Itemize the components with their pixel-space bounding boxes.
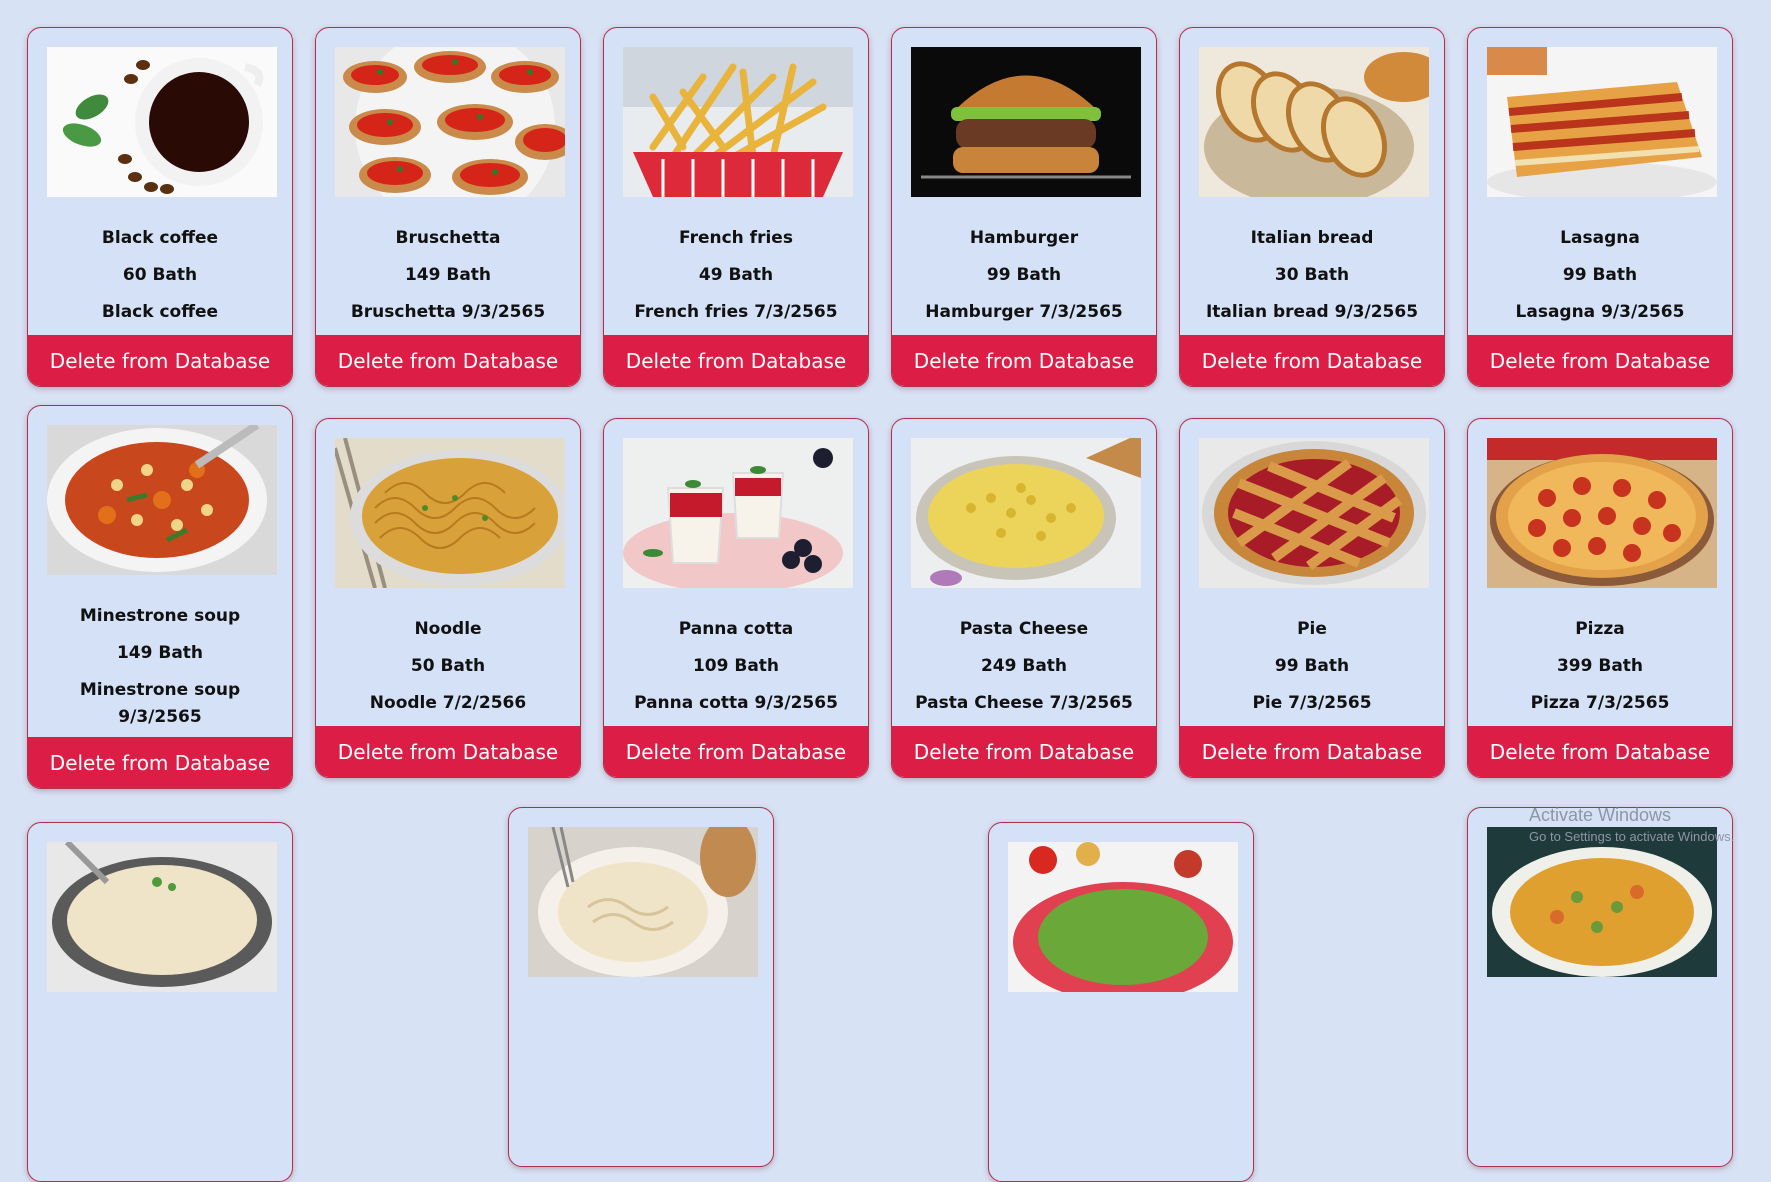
item-name: Pizza — [1575, 619, 1625, 639]
item-description: Pie 7/3/2565 — [1252, 693, 1372, 713]
delete-button[interactable]: Delete from Database — [28, 335, 292, 386]
bruschetta-image — [335, 47, 565, 197]
food-card-vegetable-soup — [1467, 807, 1733, 1167]
food-card-italian-bread: Italian bread 30 Bath Italian bread 9/3/… — [1179, 27, 1445, 387]
item-price: 249 Bath — [980, 656, 1068, 676]
risotto-image — [47, 842, 277, 992]
item-name: Bruschetta — [395, 228, 501, 248]
vegetable-soup-image — [1487, 827, 1717, 977]
item-price: 99 Bath — [1562, 265, 1638, 285]
food-card-pasta-bowl — [508, 807, 774, 1167]
item-name: Pie — [1297, 619, 1327, 639]
item-name: Panna cotta — [678, 619, 794, 639]
delete-button[interactable]: Delete from Database — [316, 335, 580, 386]
watermark-subtitle: Go to Settings to activate Windows. — [1529, 829, 1735, 844]
food-card-lasagna: Lasagna 99 Bath Lasagna 9/3/2565 Delete … — [1467, 27, 1733, 387]
item-price: 109 Bath — [692, 656, 780, 676]
pizza-image — [1487, 438, 1717, 588]
food-card-risotto — [27, 822, 293, 1182]
delete-button[interactable]: Delete from Database — [28, 737, 292, 788]
item-price: 50 Bath — [410, 656, 486, 676]
pasta-bowl-image — [528, 827, 758, 977]
item-description: Italian bread 9/3/2565 — [1205, 302, 1419, 322]
pie-image — [1199, 438, 1429, 588]
item-price: 60 Bath — [122, 265, 198, 285]
item-price: 99 Bath — [1274, 656, 1350, 676]
delete-button[interactable]: Delete from Database — [1468, 335, 1732, 386]
soup-image — [47, 425, 277, 575]
item-price: 149 Bath — [404, 265, 492, 285]
item-description: Pizza 7/3/2565 — [1530, 693, 1670, 713]
item-price: 149 Bath — [116, 643, 204, 663]
item-name: Pasta Cheese — [959, 619, 1089, 639]
item-name: Black coffee — [101, 228, 219, 248]
delete-button[interactable]: Delete from Database — [316, 726, 580, 777]
item-description: Lasagna 9/3/2565 — [1515, 302, 1685, 322]
salad-image — [1008, 842, 1238, 992]
item-price: 49 Bath — [698, 265, 774, 285]
delete-button[interactable]: Delete from Database — [1468, 726, 1732, 777]
panna-cotta-image — [623, 438, 853, 588]
delete-button[interactable]: Delete from Database — [604, 335, 868, 386]
item-description: Panna cotta 9/3/2565 — [634, 693, 838, 713]
item-price: 399 Bath — [1556, 656, 1644, 676]
item-description: French fries 7/3/2565 — [634, 302, 838, 322]
item-name: Noodle — [414, 619, 482, 639]
delete-button[interactable]: Delete from Database — [1180, 726, 1444, 777]
item-name: Lasagna — [1560, 228, 1640, 248]
item-description: Pasta Cheese 7/3/2565 — [915, 693, 1133, 713]
item-name: French fries — [679, 228, 793, 248]
delete-button[interactable]: Delete from Database — [604, 726, 868, 777]
delete-button[interactable]: Delete from Database — [1180, 335, 1444, 386]
item-description: Noodle 7/2/2566 — [369, 693, 527, 713]
item-name: Hamburger — [969, 228, 1079, 248]
french-fries-image — [623, 47, 853, 197]
food-card-panna-cotta: Panna cotta 109 Bath Panna cotta 9/3/256… — [603, 418, 869, 778]
delete-button[interactable]: Delete from Database — [892, 335, 1156, 386]
food-card-pizza: Pizza 399 Bath Pizza 7/3/2565 Delete fro… — [1467, 418, 1733, 778]
item-description: Minestrone soup 9/3/2565 — [79, 680, 241, 727]
item-name: Italian bread — [1250, 228, 1374, 248]
item-price: 99 Bath — [986, 265, 1062, 285]
hamburger-image — [911, 47, 1141, 197]
lasagna-image — [1487, 47, 1717, 197]
delete-button[interactable]: Delete from Database — [892, 726, 1156, 777]
food-card-hamburger: Hamburger 99 Bath Hamburger 7/3/2565 Del… — [891, 27, 1157, 387]
food-card-pie: Pie 99 Bath Pie 7/3/2565 Delete from Dat… — [1179, 418, 1445, 778]
food-card-minestrone-soup: Minestrone soup 149 Bath Minestrone soup… — [27, 405, 293, 789]
noodle-image — [335, 438, 565, 588]
item-description: Hamburger 7/3/2565 — [925, 302, 1123, 322]
food-card-french-fries: French fries 49 Bath French fries 7/3/25… — [603, 27, 869, 387]
food-card-noodle: Noodle 50 Bath Noodle 7/2/2566 Delete fr… — [315, 418, 581, 778]
bread-image — [1199, 47, 1429, 197]
food-card-black-coffee: Black coffee 60 Bath Black coffee Delete… — [27, 27, 293, 387]
item-price: 30 Bath — [1274, 265, 1350, 285]
food-card-bruschetta: Bruschetta 149 Bath Bruschetta 9/3/2565 … — [315, 27, 581, 387]
watermark-title: Activate Windows — [1529, 805, 1672, 825]
coffee-cup-image — [47, 47, 277, 197]
item-name: Minestrone soup — [79, 606, 241, 626]
item-description: Bruschetta 9/3/2565 — [350, 302, 546, 322]
food-card-pasta-cheese: Pasta Cheese 249 Bath Pasta Cheese 7/3/2… — [891, 418, 1157, 778]
activate-windows-watermark: Activate Windows Go to Settings to activ… — [1529, 805, 1734, 844]
pasta-cheese-image — [911, 438, 1141, 588]
food-card-salad — [988, 822, 1254, 1182]
item-description: Black coffee — [101, 302, 219, 322]
